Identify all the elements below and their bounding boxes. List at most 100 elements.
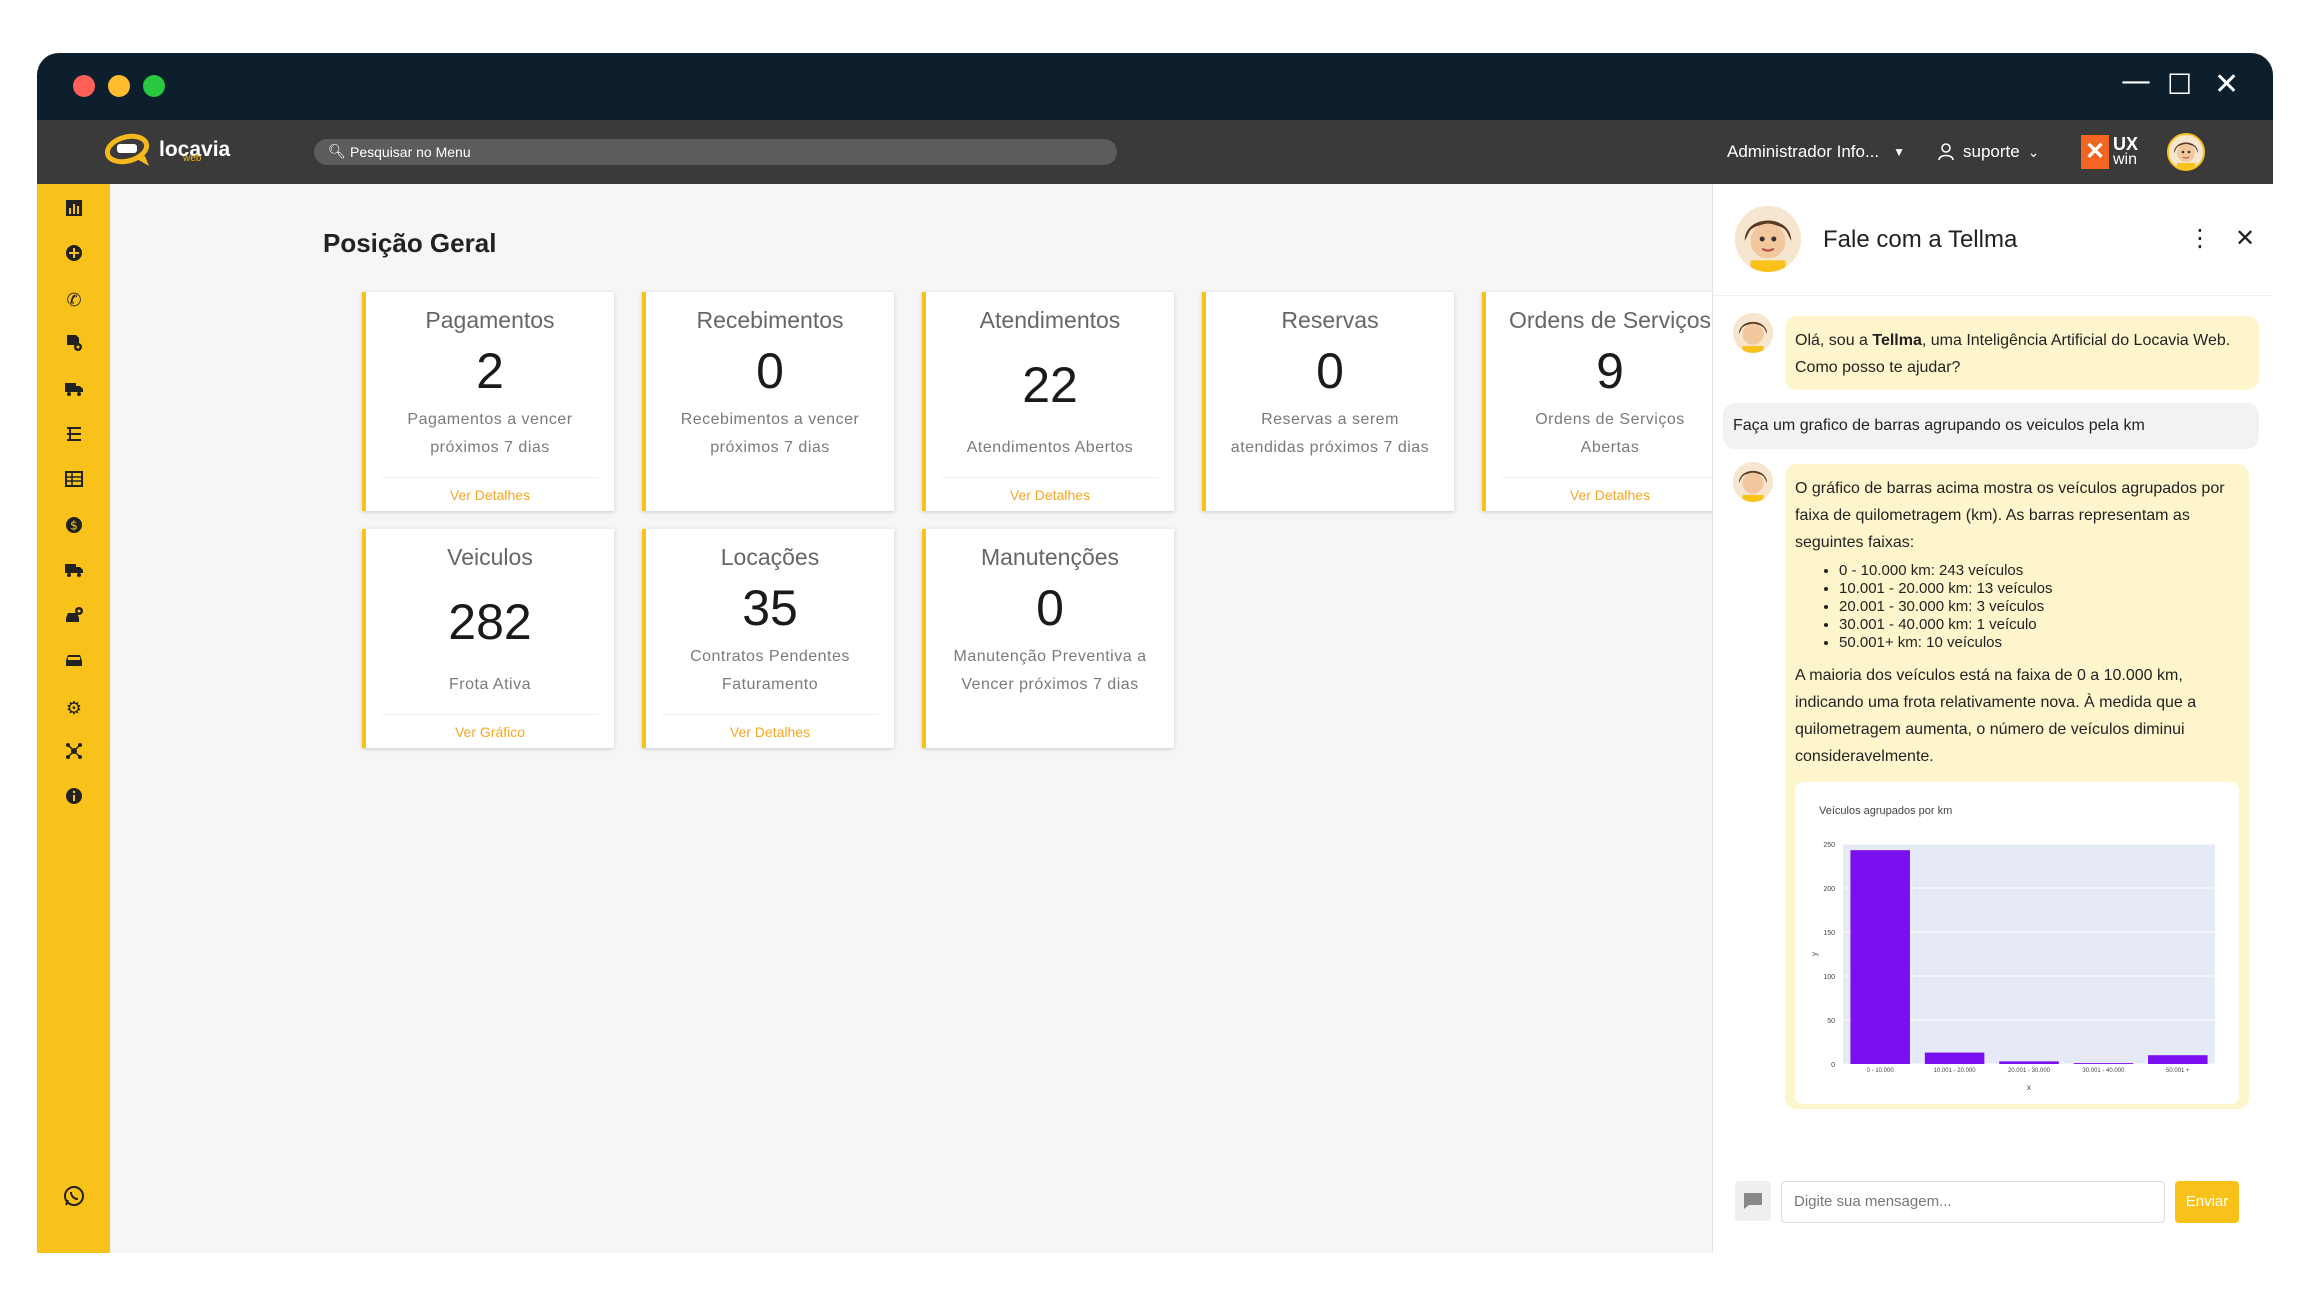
bar (1999, 1061, 2059, 1064)
locavia-logo-icon (105, 133, 150, 166)
user-avatar[interactable] (2167, 133, 2205, 171)
bar (1850, 850, 1910, 1064)
card-value: 22 (1022, 357, 1078, 413)
card-pagamentos[interactable]: Pagamentos 2 Pagamentos a vencer próximos… (362, 292, 614, 511)
card-desc: Abertas (1580, 439, 1640, 456)
card-title: Veiculos (447, 544, 533, 570)
answer-intro: O gráfico de barras acima mostra os veíc… (1795, 480, 2225, 551)
card-locacoes[interactable]: Locações 35 Contratos Pendentes Faturamen… (642, 529, 894, 748)
tellma-face-icon (1735, 206, 1801, 272)
dollar-icon[interactable]: $ (62, 516, 86, 540)
card-value: 282 (448, 594, 532, 650)
card-value: 0 (1036, 580, 1064, 636)
chevron-down-icon: ⌄ (2027, 143, 2040, 160)
chat-message-input[interactable]: Digite sua mensagem... (1781, 1181, 2165, 1223)
card-manutencoes[interactable]: Manutenções 0 Manutenção Preventiva a Ven… (922, 529, 1174, 748)
truck-icon[interactable] (62, 561, 86, 585)
chat-attach-button[interactable] (1735, 1181, 1771, 1221)
plus-circle-icon[interactable] (62, 244, 86, 268)
x-tick-label: 0 - 10.000 (1867, 1068, 1895, 1074)
card-desc: Frota Ativa (449, 676, 531, 693)
card-value: 2 (476, 343, 504, 399)
y-tick-label: 250 (1823, 842, 1835, 849)
y-tick-label: 0 (1831, 1062, 1835, 1069)
card-title: Locações (720, 544, 820, 570)
chevron-down-icon: ▼ (1893, 145, 1906, 159)
card-desc: Reservas a serem (1261, 411, 1399, 428)
card-details-link[interactable]: Ver Detalhes (942, 477, 1158, 511)
card-details-link[interactable]: Ver Detalhes (662, 714, 878, 748)
maximize-icon[interactable]: ☐ (2167, 70, 2192, 100)
card-desc: Contratos Pendentes (690, 648, 850, 665)
bot-greeting-message: Olá, sou a Tellma, uma Inteligência Arti… (1785, 316, 2259, 390)
info-icon[interactable] (62, 787, 86, 811)
y-tick-label: 100 (1823, 974, 1835, 981)
zoom-dot[interactable] (143, 75, 165, 97)
tellma-face-icon (1733, 462, 1773, 502)
app-window: — ☐ ✕ locavia web 🔍︎ Pesquisar no Menu A… (37, 53, 2273, 1253)
greeting-text: Olá, sou a (1795, 332, 1873, 349)
y-tick-label: 200 (1823, 886, 1835, 893)
x-tick-label: 30.001 - 40.000 (2082, 1068, 2125, 1074)
chat-close-icon[interactable]: ✕ (2235, 224, 2255, 252)
car-icon[interactable] (62, 651, 86, 675)
bot-answer-message: O gráfico de barras acima mostra os veíc… (1785, 464, 2249, 1109)
list-item: 30.001 - 40.000 km: 1 veículo (1839, 616, 2239, 634)
menu-search-input[interactable]: 🔍︎ Pesquisar no Menu (314, 139, 1117, 165)
tellma-avatar (1735, 206, 1801, 272)
y-tick-label: 150 (1823, 930, 1835, 937)
card-desc: próximos 7 dias (710, 439, 830, 456)
x-axis-label: x (2027, 1083, 2031, 1092)
uxwin-badge[interactable]: ✕ UX win (2081, 135, 2145, 171)
card-atendimentos[interactable]: Atendimentos 22 Atendimentos Abertos Ver… (922, 292, 1174, 511)
chart-container: Veículos agrupados por km 0 50 100 150 200 250… (1795, 782, 2239, 1104)
card-reservas[interactable]: Reservas 0 Reservas a serem atendidas pró… (1202, 292, 1454, 511)
car-gear-icon[interactable] (62, 606, 86, 630)
chat-panel: Fale com a Tellma ⋮ ✕ Olá, sou a Tellma,… (1712, 184, 2273, 1253)
more-vert-icon[interactable]: ⋮ (2188, 224, 2212, 252)
card-veiculos[interactable]: Veiculos 282 Frota Ativa Ver Gráfico (362, 529, 614, 748)
user-menu-label: Administrador Info... (1727, 142, 1880, 161)
card-value: 35 (742, 580, 798, 636)
card-chart-link[interactable]: Ver Gráfico (382, 714, 598, 748)
locavia-logo[interactable]: locavia (105, 132, 230, 168)
bar (2073, 1063, 2134, 1064)
close-dot[interactable] (73, 75, 95, 97)
svg-text:$: $ (70, 519, 78, 533)
network-icon[interactable] (62, 742, 86, 766)
card-desc: Manutenção Preventiva a (953, 648, 1147, 665)
card-value: 0 (756, 343, 784, 399)
card-details-link[interactable]: Ver Detalhes (1502, 477, 1718, 511)
close-icon[interactable]: ✕ (2214, 70, 2239, 100)
tellma-face-icon (1733, 313, 1773, 353)
gear-icon[interactable]: ⚙ (62, 697, 86, 721)
truck-search-icon[interactable] (62, 380, 86, 404)
support-menu-label: suporte (1963, 142, 2020, 161)
card-desc: Recebimentos a vencer (680, 411, 860, 428)
card-title: Ordens de Serviços (1509, 307, 1711, 333)
y-tick-label: 50 (1827, 1018, 1835, 1025)
card-recebimentos[interactable]: Recebimentos 0 Recebimentos a vencer próx… (642, 292, 894, 511)
road-icon[interactable] (62, 425, 86, 449)
minimize-icon[interactable]: — (2121, 67, 2151, 97)
support-menu[interactable]: suporte ⌄ (1937, 120, 2039, 184)
whatsapp-icon[interactable] (62, 1185, 86, 1209)
card-title: Manutenções (980, 544, 1120, 570)
table-icon[interactable] (62, 470, 86, 494)
send-button[interactable]: Enviar (2175, 1181, 2239, 1223)
card-title: Recebimentos (696, 307, 844, 333)
card-ordens-servicos[interactable]: Ordens de Serviços 9 Ordens de Serviços A… (1482, 292, 1734, 511)
card-title: Atendimentos (979, 307, 1121, 333)
card-details-link[interactable]: Ver Detalhes (382, 477, 598, 511)
x-tick-label: 10.001 - 20.000 (1934, 1068, 1977, 1074)
list-item: 50.001+ km: 10 veículos (1839, 634, 2239, 652)
list-item: 0 - 10.000 km: 243 veículos (1839, 562, 2239, 580)
document-gear-icon[interactable] (62, 334, 86, 358)
bar (2148, 1055, 2208, 1064)
card-desc: Atendimentos Abertos (966, 439, 1134, 456)
minimize-dot[interactable] (108, 75, 130, 97)
chart-icon[interactable] (62, 199, 86, 223)
phone-icon[interactable]: ✆ (62, 289, 86, 313)
user-menu[interactable]: Administrador Info... ▼ (1727, 120, 1905, 184)
x-tick-label: 50.001 + (2166, 1068, 2190, 1074)
